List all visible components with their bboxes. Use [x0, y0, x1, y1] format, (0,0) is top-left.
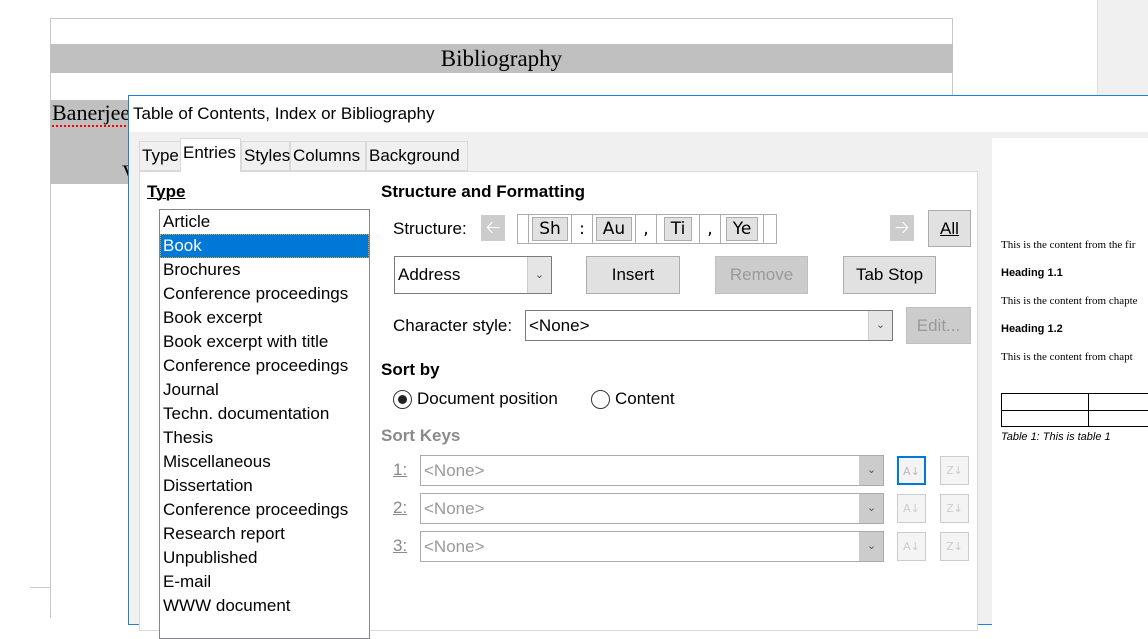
type-list-item[interactable]: Conference proceedings: [160, 282, 369, 306]
entry-text: Banerjee: [52, 100, 130, 127]
type-list-item[interactable]: Thesis: [160, 426, 369, 450]
type-list-item[interactable]: Book: [160, 234, 369, 258]
preview-table: [1001, 393, 1148, 427]
type-list-item[interactable]: Conference proceedings: [160, 354, 369, 378]
type-list[interactable]: Article Book Brochures Conference proceedin…: [159, 209, 370, 639]
sort-keys-heading: Sort Keys: [381, 426, 461, 445]
tab-styles[interactable]: Styles: [241, 141, 290, 171]
scroll-right-icon[interactable]: 🡢: [890, 215, 914, 241]
sort-key-select: <None> ⌄: [420, 531, 884, 562]
sort-ascending-icon: A↓: [897, 532, 926, 561]
char-style-value: <None>: [529, 316, 590, 335]
type-list-item[interactable]: Brochures: [160, 258, 369, 282]
tab-entries[interactable]: Entries: [180, 138, 241, 172]
chevron-down-icon: ⌄: [859, 494, 883, 523]
structure-field-token[interactable]: Sh: [528, 214, 572, 244]
type-list-item[interactable]: Conference proceedings: [160, 498, 369, 522]
all-button[interactable]: All: [928, 210, 971, 247]
document-position-radio[interactable]: [393, 390, 412, 409]
chevron-down-icon[interactable]: ⌄: [868, 311, 892, 340]
type-list-item[interactable]: Miscellaneous: [160, 450, 369, 474]
field-token-label: Sh: [532, 217, 568, 241]
page-corner-mark: [30, 587, 51, 611]
field-token-label: Ye: [725, 217, 759, 241]
structure-text-token[interactable]: ,: [699, 214, 721, 244]
sort-ascending-icon: A↓: [897, 494, 926, 523]
structure-text-token[interactable]: [763, 214, 777, 244]
sort-descending-icon: Z↓: [940, 456, 969, 485]
field-token-label: Ti: [663, 217, 693, 241]
type-list-item[interactable]: E-mail: [160, 570, 369, 594]
type-list-item[interactable]: Dissertation: [160, 474, 369, 498]
preview-heading: Heading 1.2: [1001, 323, 1063, 335]
preview-caption: Table 1: This is table 1: [1001, 431, 1111, 443]
structure-text-token[interactable]: :: [571, 214, 593, 244]
document-position-label[interactable]: Document position: [417, 389, 558, 409]
toc-dialog: Table of Contents, Index or Bibliography…: [128, 95, 1148, 639]
field-select-value: Address: [398, 265, 461, 284]
char-style-select[interactable]: <None> ⌄: [525, 310, 893, 341]
tab-type[interactable]: Type: [139, 141, 181, 171]
structure-text-token[interactable]: ,: [635, 214, 657, 244]
sort-key-label: 2:: [393, 498, 408, 517]
preview-text: This is the content from the fir: [1001, 239, 1136, 251]
content-label[interactable]: Content: [615, 389, 675, 409]
sort-descending-icon: Z↓: [940, 494, 969, 523]
preview-text: This is the content from chapt: [1001, 351, 1133, 363]
type-heading: Type: [147, 182, 186, 201]
scroll-left-icon[interactable]: 🡠: [481, 215, 505, 241]
sort-key-value: <None>: [424, 537, 485, 556]
structure-heading: Structure and Formatting: [381, 182, 586, 201]
bibliography-heading: Bibliography: [50, 44, 953, 73]
structure-field-token[interactable]: Au: [592, 214, 636, 244]
sort-descending-icon: Z↓: [940, 532, 969, 561]
sort-key-label: 1:: [393, 460, 408, 479]
type-list-item[interactable]: Article: [160, 210, 369, 234]
app-background: [1097, 0, 1148, 95]
type-list-item[interactable]: Book excerpt: [160, 306, 369, 330]
field-select[interactable]: Address ⌄: [394, 256, 552, 294]
structure-editor[interactable]: Sh: Au, Ti, Ye: [517, 214, 785, 244]
type-list-item[interactable]: Book excerpt with title: [160, 330, 369, 354]
preview-heading: Heading 1.1: [1001, 267, 1063, 279]
sort-key-select: <None> ⌄: [420, 455, 884, 486]
char-style-label: Character style:: [393, 316, 513, 335]
structure-field-token[interactable]: Ye: [720, 214, 764, 244]
field-token-label: Au: [595, 217, 633, 241]
sort-key-value: <None>: [424, 461, 485, 480]
sort-key-value: <None>: [424, 499, 485, 518]
type-list-item[interactable]: WWW document: [160, 594, 369, 618]
chevron-down-icon: ⌄: [859, 532, 883, 561]
tab-stop-button[interactable]: Tab Stop: [843, 256, 936, 294]
entries-panel: Type Article Book Brochures Conference proc…: [139, 171, 978, 639]
content-radio[interactable]: [591, 390, 610, 409]
sort-key-label: 3:: [393, 536, 408, 555]
type-list-item[interactable]: Research report: [160, 522, 369, 546]
structure-field-token[interactable]: Ti: [656, 214, 700, 244]
chevron-down-icon: ⌄: [859, 456, 883, 485]
type-list-item[interactable]: Techn. documentation: [160, 402, 369, 426]
insert-button[interactable]: Insert: [586, 256, 680, 294]
chevron-down-icon[interactable]: ⌄: [527, 257, 551, 293]
preview-text: This is the content from chapte: [1001, 295, 1138, 307]
type-list-item[interactable]: Journal: [160, 378, 369, 402]
dialog-title: Table of Contents, Index or Bibliography: [129, 96, 1148, 132]
sort-ascending-icon: A↓: [897, 456, 926, 485]
tab-columns[interactable]: Columns: [290, 141, 366, 171]
sort-by-heading: Sort by: [381, 360, 440, 379]
remove-button: Remove: [715, 256, 808, 294]
structure-label: Structure:: [393, 219, 467, 238]
bibliography-entry: Banerjee V: [50, 100, 130, 184]
preview-pane: This is the content from the fir Heading…: [992, 138, 1148, 628]
tab-background[interactable]: Background: [366, 141, 468, 171]
edit-button: Edit...: [906, 307, 971, 344]
type-list-item[interactable]: Unpublished: [160, 546, 369, 570]
sort-key-select: <None> ⌄: [420, 493, 884, 524]
